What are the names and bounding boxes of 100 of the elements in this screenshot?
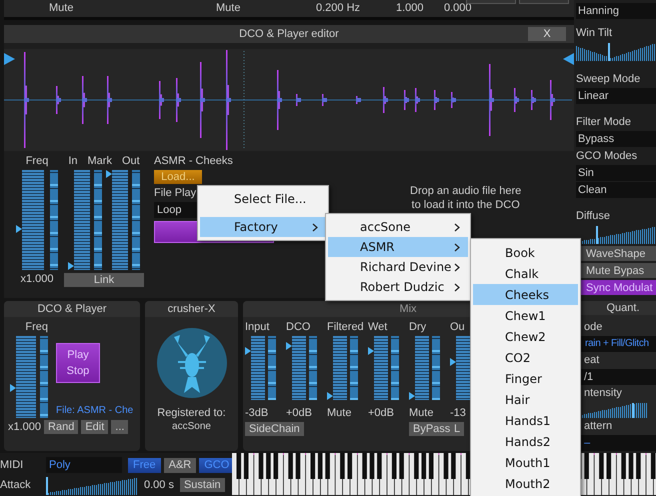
- menu-item[interactable]: Mouth1: [473, 452, 578, 473]
- fader-thumb[interactable]: [368, 347, 374, 356]
- menu-item[interactable]: accSone: [328, 217, 468, 237]
- fader[interactable]: [286, 336, 306, 400]
- channel-reading: -13: [450, 407, 466, 419]
- drop-hint: to load it into the DCO: [412, 199, 520, 211]
- filter-mode-field[interactable]: Bypass: [576, 131, 656, 147]
- menu-item[interactable]: Factory: [200, 217, 326, 237]
- menu-item[interactable]: ASMR: [328, 237, 468, 257]
- menu-item[interactable]: Richard Devine: [328, 257, 468, 277]
- menu-item[interactable]: Hair: [473, 389, 578, 410]
- gco-mode-field[interactable]: Clean: [576, 182, 656, 198]
- menu-item[interactable]: Hands2: [473, 431, 578, 452]
- editor-title: DCO & Player editor: [239, 28, 339, 40]
- menu-item[interactable]: Chew2: [473, 326, 578, 347]
- midi-mode-field[interactable]: Poly: [46, 457, 122, 473]
- fader-thumb[interactable]: [327, 392, 333, 400]
- beat-label: eat: [583, 352, 600, 368]
- freq-multiplier: x1.000: [8, 421, 42, 433]
- play-stop-button[interactable]: Play Stop: [56, 343, 100, 383]
- fader[interactable]: [368, 336, 388, 400]
- end-marker-icon[interactable]: [563, 53, 574, 65]
- start-marker-icon[interactable]: [4, 53, 15, 65]
- menu-item[interactable]: Book: [473, 242, 578, 263]
- attack-label: Attack: [0, 479, 32, 491]
- fader-thumb[interactable]: [106, 170, 112, 178]
- menu-item[interactable]: Hands1: [473, 410, 578, 431]
- menu-item[interactable]: Cheeks: [473, 284, 578, 305]
- reading: Mute: [216, 2, 240, 14]
- registered-label: Registered to:: [157, 407, 226, 419]
- fader[interactable]: [327, 336, 347, 400]
- close-button[interactable]: X: [528, 27, 566, 41]
- window-field[interactable]: Hanning: [576, 3, 656, 19]
- registered-name: accSone: [172, 421, 211, 432]
- sweep-mode-field[interactable]: Linear: [576, 88, 656, 104]
- reading: 0.200 Hz: [316, 2, 360, 14]
- sustain-button[interactable]: Sustain: [180, 478, 225, 492]
- panel-title: Quant.: [606, 302, 640, 314]
- channel-name: Filtered: [327, 321, 364, 333]
- freq-label: Freq: [25, 321, 48, 333]
- level-meter: [350, 336, 358, 400]
- sweep-mode-label: Sweep Mode: [576, 72, 642, 87]
- channel-name: Wet: [368, 321, 388, 333]
- gco-modes-label: GCO Modes: [576, 149, 638, 164]
- column-label: Out: [122, 155, 140, 167]
- channel-reading: -3dB: [245, 407, 268, 419]
- mode-label: ode: [583, 320, 604, 335]
- slider[interactable]: [576, 43, 656, 61]
- panel-button[interactable]: Rand: [44, 420, 78, 434]
- panel-title: DCO & Player: [37, 303, 107, 315]
- channel-reading: +0dB: [286, 407, 312, 419]
- channel-button[interactable]: SideChain: [245, 422, 304, 436]
- menu-item[interactable]: Chew1: [473, 305, 578, 326]
- menu-item[interactable]: Finger: [473, 368, 578, 389]
- fader[interactable]: [68, 170, 90, 270]
- sample-name: ASMR - Cheeks: [154, 155, 233, 167]
- freq-value: x1.000: [20, 273, 54, 285]
- fader-thumb[interactable]: [10, 384, 16, 392]
- channel-name: Dry: [409, 321, 426, 333]
- menu-item[interactable]: Chalk: [473, 263, 578, 284]
- channel-reading: Mute: [409, 407, 434, 419]
- channel-name: DCO: [286, 321, 310, 333]
- fader-thumb[interactable]: [245, 347, 251, 356]
- fader[interactable]: [16, 170, 44, 270]
- attack-value: 0.00 s: [144, 479, 174, 491]
- channel-name: Ou: [450, 321, 465, 333]
- slider[interactable]: [46, 477, 138, 495]
- fader[interactable]: [106, 170, 128, 270]
- reading: Mute: [49, 2, 74, 14]
- link-button[interactable]: Link: [64, 273, 144, 287]
- level-meter: [268, 336, 276, 400]
- file-play-label: File Play: [154, 187, 196, 199]
- reading: 1.000: [396, 2, 424, 14]
- fader-thumb[interactable]: [409, 392, 415, 400]
- gco-mode-field[interactable]: Sin: [576, 165, 656, 181]
- fader[interactable]: [10, 336, 36, 418]
- level-meter: [309, 336, 317, 400]
- panel-button[interactable]: Edit: [81, 420, 108, 434]
- fader-thumb[interactable]: [16, 225, 22, 234]
- mode-button[interactable]: A&R: [164, 458, 196, 472]
- menu-item[interactable]: Robert Dudzic: [328, 277, 468, 297]
- fader-thumb[interactable]: [450, 358, 456, 366]
- pattern-label: attern: [583, 419, 614, 434]
- file-name: File: ASMR - Che: [56, 405, 134, 416]
- menu-item[interactable]: CO2: [473, 347, 578, 368]
- fader[interactable]: [450, 336, 470, 400]
- filter-mode-label: Filter Mode: [576, 115, 632, 130]
- reading: 0.000: [444, 2, 472, 14]
- level-meter: [391, 336, 399, 400]
- column-label: Mark: [88, 155, 112, 167]
- fader[interactable]: [409, 336, 429, 400]
- channel-reading: +0dB: [368, 407, 394, 419]
- fader-thumb[interactable]: [286, 342, 292, 350]
- midi-label: MIDI: [0, 459, 24, 471]
- level-meter: [432, 336, 440, 400]
- panel-title: crusher-X: [168, 303, 216, 315]
- fader[interactable]: [245, 336, 265, 400]
- panel-button[interactable]: ...: [111, 420, 128, 434]
- column-label: In: [68, 155, 78, 167]
- menu-item[interactable]: Mouth2: [473, 473, 578, 494]
